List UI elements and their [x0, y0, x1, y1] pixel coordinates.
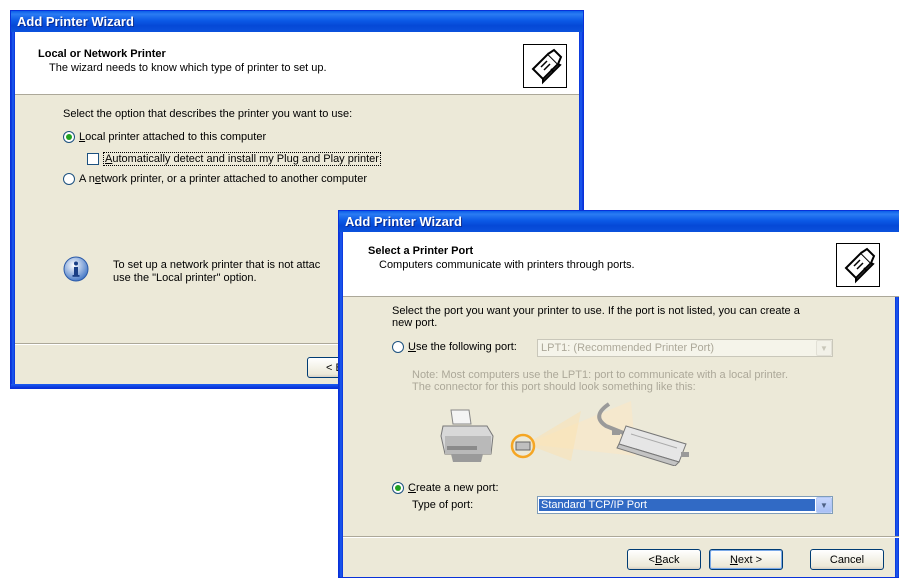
prompt-text-line2: new port.: [392, 317, 438, 329]
button-label-accelerator: N: [729, 553, 738, 566]
printer-illustration: [440, 409, 494, 462]
header-subtitle: Computers communicate with printers thro…: [379, 259, 635, 271]
option-label-accelerator: C: [408, 482, 416, 494]
note-line2: The connector for this port should look …: [412, 381, 696, 393]
option-label: reate a new port:: [415, 482, 499, 494]
window-title: Add Printer Wizard: [339, 211, 899, 232]
radio-button[interactable]: [63, 173, 75, 185]
wizard-header: Local or Network Printer The wizard need…: [15, 32, 579, 95]
info-icon: [63, 256, 89, 282]
option-label: ocal printer attached to this computer: [85, 131, 267, 143]
type-of-port-dropdown[interactable]: Standard TCP/IP Port ▼: [537, 496, 833, 514]
dropdown-arrow-icon[interactable]: ▼: [816, 497, 832, 513]
button-separator: [343, 536, 899, 538]
option-label: se the following port:: [415, 341, 517, 353]
header-subtitle: The wizard needs to know which type of p…: [49, 62, 327, 74]
add-printer-wizard-window-port: Add Printer Wizard Select a Printer Port…: [338, 210, 899, 578]
window-title: Add Printer Wizard: [11, 11, 583, 32]
checkbox-autodetect-pnp[interactable]: Automatically detect and install my Plug…: [87, 152, 381, 166]
existing-port-value: LPT1: (Recommended Printer Port): [541, 342, 715, 354]
info-text-line1: To set up a network printer that is not …: [113, 259, 321, 271]
radio-use-following-port[interactable]: Use the following port:: [392, 341, 517, 353]
cancel-button[interactable]: Cancel: [810, 549, 884, 570]
next-button[interactable]: Next >: [709, 549, 783, 570]
parallel-cable-illustration: [612, 425, 689, 467]
option-label: utomatically detect and install my Plug …: [112, 153, 379, 165]
note-line1: Note: Most computers use the LPT1: port …: [412, 369, 789, 381]
button-label: ext >: [737, 553, 763, 566]
type-of-port-label: Type of port:: [412, 499, 474, 511]
type-of-port-value: Standard TCP/IP Port: [539, 499, 815, 511]
radio-local-printer[interactable]: Local printer attached to this computer: [63, 131, 266, 143]
port-illustration: [431, 396, 711, 467]
info-text-line2: use the "Local printer" option.: [113, 272, 257, 284]
radio-button[interactable]: [392, 482, 404, 494]
radio-button[interactable]: [392, 341, 404, 353]
header-title: Local or Network Printer: [38, 48, 166, 60]
button-label: ack: [662, 553, 680, 566]
prompt-text-line1: Select the port you want your printer to…: [392, 305, 800, 317]
back-button[interactable]: < Back: [627, 549, 701, 570]
option-label-prefix: A n: [79, 173, 95, 185]
checkbox-label-focus: Automatically detect and install my Plug…: [103, 152, 381, 166]
radio-button[interactable]: [63, 131, 75, 143]
button-label-accelerator: B: [654, 553, 663, 566]
option-label-accelerator: U: [408, 341, 416, 353]
dropdown-arrow-icon[interactable]: ▼: [816, 340, 832, 356]
wizard-header: Select a Printer Port Computers communic…: [343, 232, 899, 297]
printer-wizard-icon: [836, 243, 880, 287]
radio-create-new-port[interactable]: Create a new port:: [392, 482, 499, 494]
existing-port-dropdown[interactable]: LPT1: (Recommended Printer Port) ▼: [537, 339, 833, 357]
prompt-text: Select the option that describes the pri…: [63, 108, 353, 120]
radio-network-printer[interactable]: A n e twork printer, or a printer attached…: [63, 173, 367, 185]
header-title: Select a Printer Port: [368, 245, 474, 257]
printer-wizard-icon: [523, 44, 567, 88]
checkbox[interactable]: [87, 153, 99, 165]
option-label: twork printer, or a printer attached to …: [101, 173, 368, 185]
cancel-button-label: Cancel: [829, 553, 865, 566]
